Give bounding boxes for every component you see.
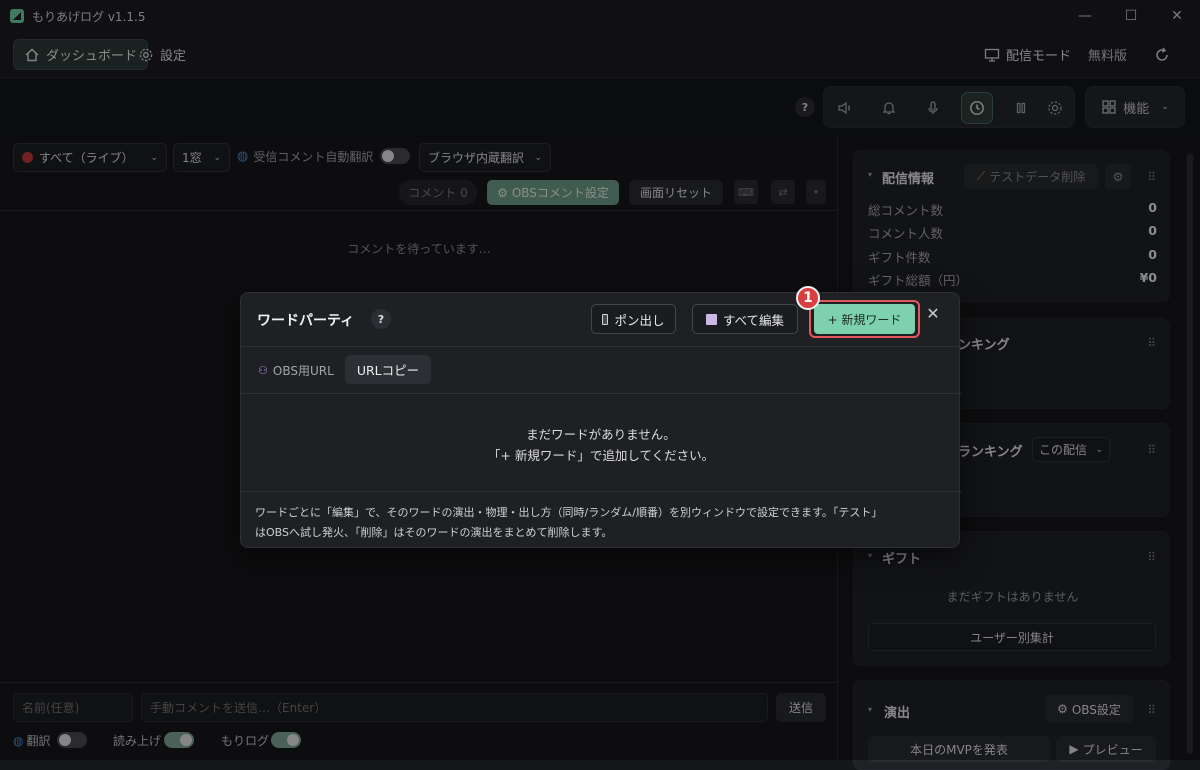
edit-all-button[interactable]: すべて編集 [692, 304, 798, 334]
phone-icon [602, 313, 609, 325]
dialog-title: ワードパーティ [257, 313, 355, 329]
edit-all-label: すべて編集 [722, 312, 785, 328]
pop-out-button[interactable]: ポン出し [591, 304, 676, 334]
obs-url-label: OBS用URL [272, 364, 334, 378]
edit-square-icon [705, 313, 717, 325]
word-party-dialog: ワードパーティ ? ポン出し すべて編集 + 新規ワード ✕ ⚇ OBS用URL… [240, 292, 961, 548]
dialog-help-button[interactable]: ? [371, 309, 391, 329]
pop-out-label: ポン出し [614, 312, 665, 328]
help-text-line2: はOBSへ試し発火、「削除」はそのワードの演出をまとめて削除します。 [255, 526, 613, 539]
robot-icon: ⚇ [258, 364, 268, 377]
divider [241, 491, 961, 492]
new-word-button[interactable]: + 新規ワード [814, 304, 915, 334]
url-copy-button[interactable]: URLコピー [345, 355, 431, 384]
step-number-badge: 1 [796, 286, 820, 310]
help-text-line1: ワードごとに「編集」で、そのワードの演出・物理・出し方（同時/ランダム/順番）を… [255, 506, 883, 519]
divider [241, 346, 961, 347]
empty-message-line2: 「+ 新規ワード」で追加してください。 [487, 448, 715, 463]
close-icon[interactable]: ✕ [921, 301, 945, 325]
empty-message-line1: まだワードがありません。 [526, 427, 676, 442]
divider [241, 393, 961, 394]
obs-url-row: ⚇ OBS用URL [258, 362, 334, 379]
